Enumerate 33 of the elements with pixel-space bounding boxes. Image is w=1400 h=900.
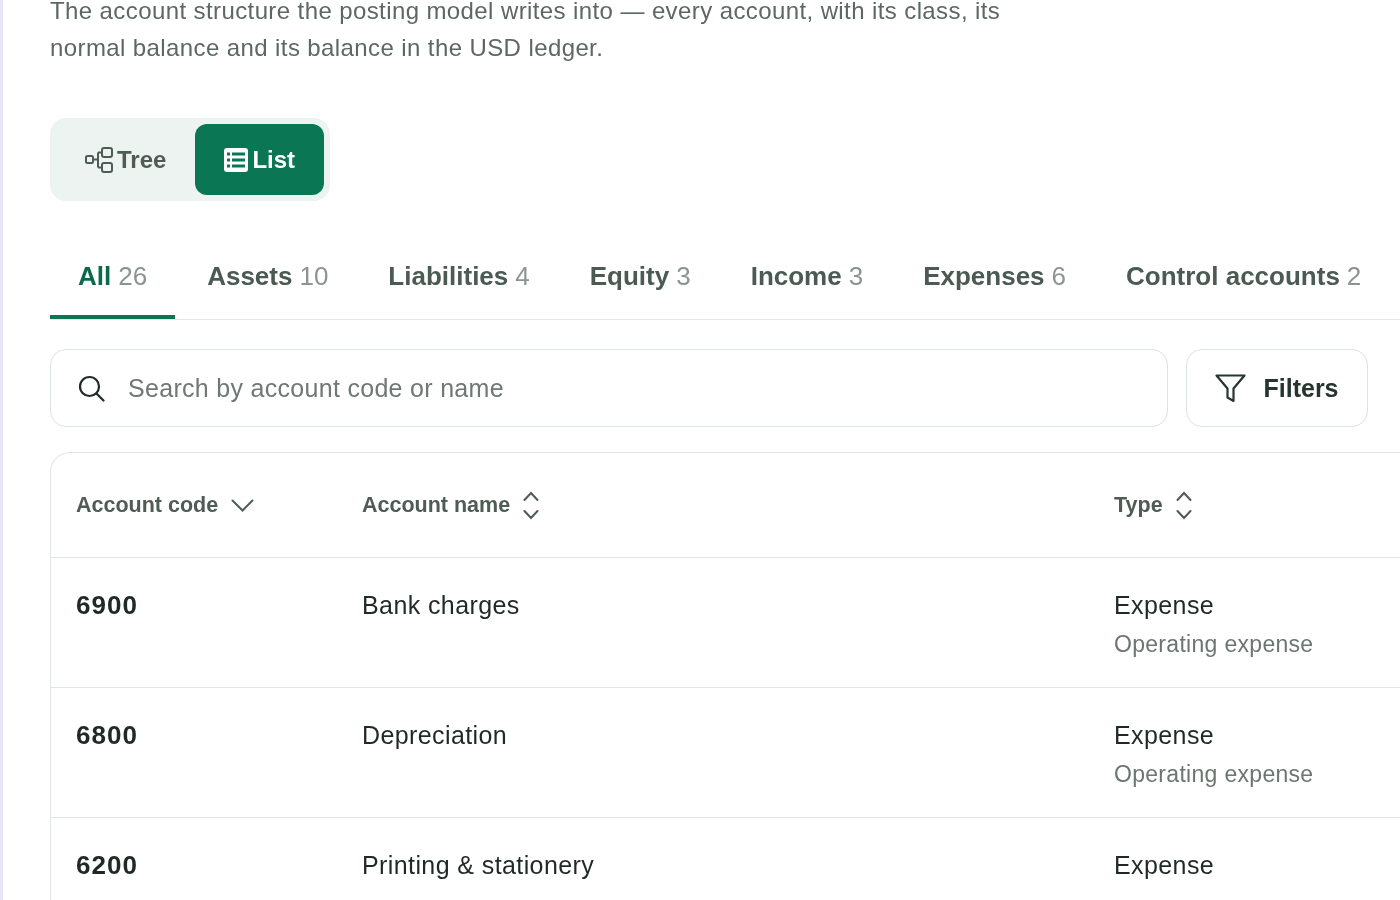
sort-icon[interactable] [1175, 490, 1192, 520]
filter-icon [1215, 373, 1247, 403]
category-tab[interactable]: Assets 10 [179, 249, 357, 319]
list-icon [224, 147, 249, 172]
category-tab[interactable]: All 26 [50, 249, 176, 319]
view-button-active[interactable]: List [195, 124, 325, 195]
account-type: Expense [1114, 590, 1215, 620]
search-icon [78, 375, 105, 402]
search-field[interactable]: Search by account code or name [50, 349, 1168, 427]
category-tab[interactable]: Liabilities 4 [360, 249, 558, 319]
account-code: 6900 [76, 590, 138, 620]
account-type: Expense [1114, 720, 1215, 750]
chevron-down-icon[interactable] [231, 498, 255, 512]
account-subtype: Operating expense [1114, 760, 1314, 789]
account-name: Bank charges [362, 590, 520, 620]
account-subtype: Operating expense [1114, 630, 1314, 659]
category-tab[interactable]: Equity 3 [561, 249, 719, 319]
hierarchy-icon [85, 146, 113, 173]
account-name: Printing & stationery [362, 850, 595, 880]
column-header[interactable]: Type [1114, 492, 1163, 518]
account-name: Depreciation [362, 720, 508, 750]
page-description: The account structure the posting model writes into — every account, with its class, its normal balance and its balance in the USD ledger. [50, 0, 1002, 63]
column-header[interactable]: Account name [362, 492, 511, 518]
column-header[interactable]: Account code [76, 492, 219, 518]
account-code: 6800 [76, 720, 138, 750]
category-tab[interactable]: Income 3 [722, 249, 892, 319]
filters-button[interactable]: Filters [1186, 349, 1368, 427]
sort-icon[interactable] [523, 490, 540, 520]
category-tab[interactable]: Expenses 6 [895, 249, 1095, 319]
account-type: Expense [1114, 850, 1215, 880]
category-tab[interactable]: Control accounts 2 [1098, 249, 1390, 319]
view-button[interactable]: Tree [56, 124, 196, 195]
account-code: 6200 [76, 850, 138, 880]
